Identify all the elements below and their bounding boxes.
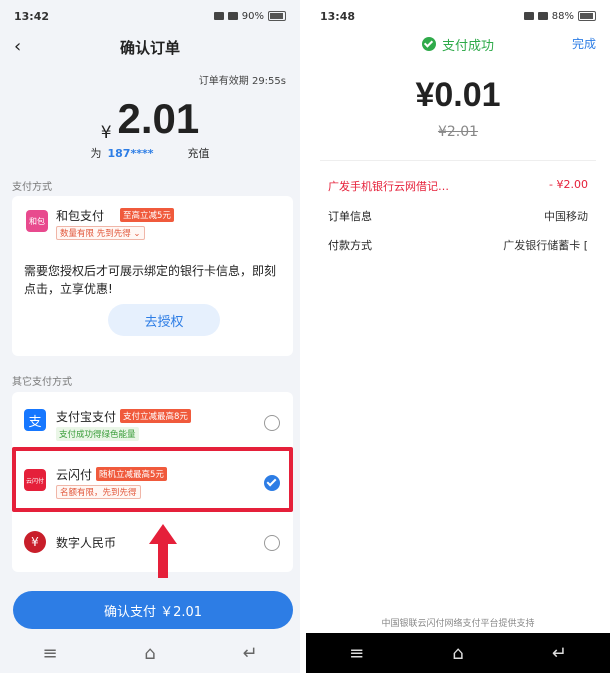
status-icons: 88% xyxy=(523,10,596,22)
hebao-limit-badge[interactable]: 数量有限 先到先得 ⌄ xyxy=(56,226,145,240)
payment-success-header: 支付成功 xyxy=(306,32,610,56)
recharge-info: 为 187**** 充值 xyxy=(0,145,300,161)
order-info-label: 订单信息 xyxy=(328,210,372,223)
discount-label: 广发手机银行云网借记… xyxy=(328,180,449,193)
order-expiry: 订单有效期 29:55s xyxy=(198,76,286,87)
confirm-pay-button[interactable]: 确认支付 ￥2.01 xyxy=(13,591,293,629)
currency-symbol: ¥ xyxy=(100,123,112,143)
status-time: 13:42 xyxy=(14,9,50,23)
status-bar: 13:48 88% xyxy=(306,0,610,32)
home-icon[interactable]: ⌂ xyxy=(438,643,478,664)
back-nav-icon[interactable]: ↵ xyxy=(230,643,270,664)
right-screen: 13:48 88% 支付成功 完成 ¥0.01 ¥2.01 广发手机银行云网借记… xyxy=(306,0,610,673)
recharge-prefix: 为 xyxy=(90,147,102,160)
ecny-radio[interactable] xyxy=(264,535,280,551)
other-methods-label: 其它支付方式 xyxy=(12,377,72,388)
menu-icon[interactable]: ≡ xyxy=(30,643,70,664)
success-text: 支付成功 xyxy=(441,38,494,54)
nav-bar: ≡ ⌂ ↵ xyxy=(0,633,300,673)
back-icon[interactable]: ‹ xyxy=(14,36,21,57)
hebao-auth-desc: 需要您授权后才可展示绑定的银行卡信息，即刻点击，立享优惠! xyxy=(24,264,277,296)
footer-note: 中国银联云闪付网络支付平台提供支持 xyxy=(381,619,535,629)
ecny-icon: ¥ xyxy=(24,531,46,553)
page-title: 确认订单 xyxy=(119,38,180,57)
payment-method-label: 付款方式 xyxy=(328,239,372,252)
payment-method-value: 广发银行储蓄卡 [ xyxy=(503,239,588,252)
battery-percent: 88% xyxy=(551,10,574,22)
alipay-name: 支付宝支付 xyxy=(56,410,117,424)
divider-line xyxy=(320,160,596,161)
left-screen: 13:42 90% ‹ 确认订单 订单有效期 29:55s ¥2.01 为 187… xyxy=(0,0,300,673)
order-amount: ¥2.01 xyxy=(0,95,300,143)
battery-icon xyxy=(268,11,286,21)
alipay-sub-badge: 支付成功得绿色能量 xyxy=(56,427,139,441)
signal-icon xyxy=(523,12,534,20)
alipay-radio[interactable] xyxy=(264,415,280,431)
hebao-logo-icon: 和包 xyxy=(26,210,48,232)
hebao-name: 和包支付 xyxy=(56,209,105,223)
discount-value: - ¥2.00 xyxy=(549,178,588,191)
up-arrow-icon xyxy=(149,524,177,578)
status-bar: 13:42 90% xyxy=(0,0,300,32)
nav-bar: ≡ ⌂ ↵ xyxy=(306,633,610,673)
battery-icon xyxy=(578,11,596,21)
pay-method-label: 支付方式 xyxy=(12,182,52,193)
signal-icon xyxy=(213,12,224,20)
hebao-card: 和包 和包支付 至高立减5元 数量有限 先到先得 ⌄ 需要您授权后才可展示绑定的… xyxy=(12,196,293,356)
check-circle-icon xyxy=(421,37,436,51)
menu-icon[interactable]: ≡ xyxy=(337,643,377,664)
order-info-value: 中国移动 xyxy=(544,210,588,223)
status-time: 13:48 xyxy=(320,9,356,23)
pay-option-alipay[interactable]: 支 支付宝支付 支付立减最高8元 支付成功得绿色能量 xyxy=(12,392,293,447)
highlight-box xyxy=(12,447,293,512)
status-icons: 90% xyxy=(213,10,286,22)
battery-percent: 90% xyxy=(241,10,264,22)
page-header: ‹ 确认订单 xyxy=(0,32,300,62)
alipay-icon: 支 xyxy=(24,409,46,431)
original-amount: ¥2.01 xyxy=(437,124,479,140)
wifi-icon xyxy=(227,12,238,20)
authorize-button[interactable]: 去授权 xyxy=(108,304,220,336)
recharge-action: 充值 xyxy=(187,147,210,160)
amount-value: 2.01 xyxy=(117,95,200,142)
home-icon[interactable]: ⌂ xyxy=(130,643,170,664)
recharge-number: 187**** xyxy=(107,147,154,160)
paid-amount: ¥0.01 xyxy=(415,76,501,114)
ecny-name: 数字人民币 xyxy=(56,536,117,550)
done-button[interactable]: 完成 xyxy=(572,35,596,52)
wifi-icon xyxy=(537,12,548,20)
hebao-promo-badge: 至高立减5元 xyxy=(120,208,174,222)
alipay-promo-badge: 支付立减最高8元 xyxy=(120,409,191,423)
back-nav-icon[interactable]: ↵ xyxy=(539,643,579,664)
